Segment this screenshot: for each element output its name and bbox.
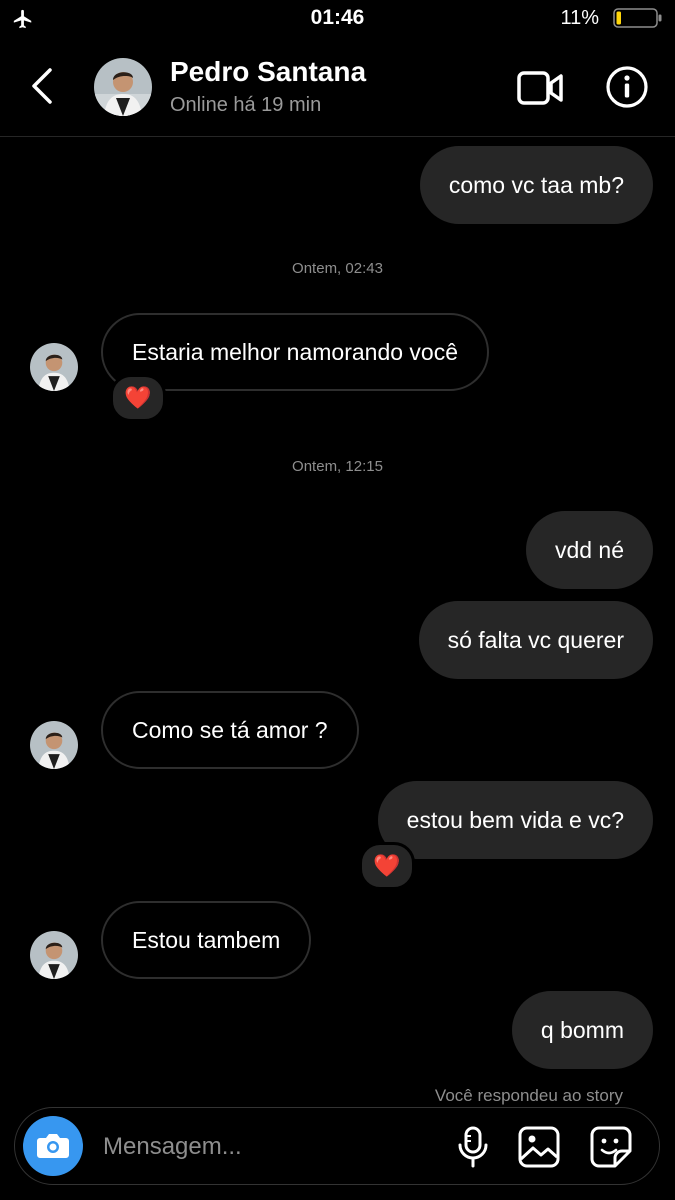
- incoming-message[interactable]: Estou tambem: [101, 901, 312, 979]
- info-icon[interactable]: [604, 64, 650, 110]
- microphone-icon[interactable]: [451, 1125, 495, 1169]
- gallery-icon[interactable]: [517, 1125, 561, 1169]
- camera-button[interactable]: [23, 1116, 83, 1176]
- sticker-icon[interactable]: [589, 1125, 633, 1169]
- battery-icon: [613, 8, 662, 28]
- avatar[interactable]: [30, 343, 78, 391]
- avatar-image: [30, 343, 78, 391]
- outgoing-message[interactable]: como vc taa mb?: [419, 146, 653, 224]
- avatar-image: [30, 931, 78, 979]
- back-chevron-icon[interactable]: [28, 66, 56, 106]
- battery-percent: 11%: [560, 7, 599, 29]
- outgoing-message[interactable]: estou bem vida e vc?: [377, 781, 653, 859]
- contact-status: Online há 19 min: [170, 94, 322, 116]
- heart-reaction-icon: ❤️: [373, 853, 401, 878]
- heart-reaction[interactable]: ❤️: [359, 842, 415, 890]
- outgoing-message[interactable]: só falta vc querer: [418, 601, 653, 679]
- message-input[interactable]: [101, 1122, 425, 1172]
- avatar-image: [30, 721, 78, 769]
- heart-reaction-icon: ❤️: [124, 385, 152, 410]
- timestamp: Ontem, 12:15: [292, 458, 383, 475]
- message-composer: [14, 1107, 660, 1185]
- heart-reaction[interactable]: ❤️: [110, 374, 166, 422]
- outgoing-message[interactable]: vdd né: [525, 511, 653, 589]
- avatar-image: [94, 58, 152, 116]
- status-bar: 01:46 11%: [0, 0, 675, 40]
- video-call-icon[interactable]: [516, 68, 564, 108]
- timestamp: Ontem, 02:43: [292, 260, 383, 277]
- incoming-message[interactable]: Como se tá amor ?: [101, 691, 359, 769]
- avatar[interactable]: [30, 931, 78, 979]
- outgoing-message[interactable]: q bomm: [511, 991, 653, 1069]
- chat-header: Pedro Santana Online há 19 min: [0, 40, 675, 137]
- avatar[interactable]: [30, 721, 78, 769]
- contact-name[interactable]: Pedro Santana: [170, 56, 366, 88]
- avatar[interactable]: [94, 58, 152, 116]
- story-reply-note: Você respondeu ao story: [434, 1086, 623, 1105]
- camera-icon: [37, 1134, 69, 1158]
